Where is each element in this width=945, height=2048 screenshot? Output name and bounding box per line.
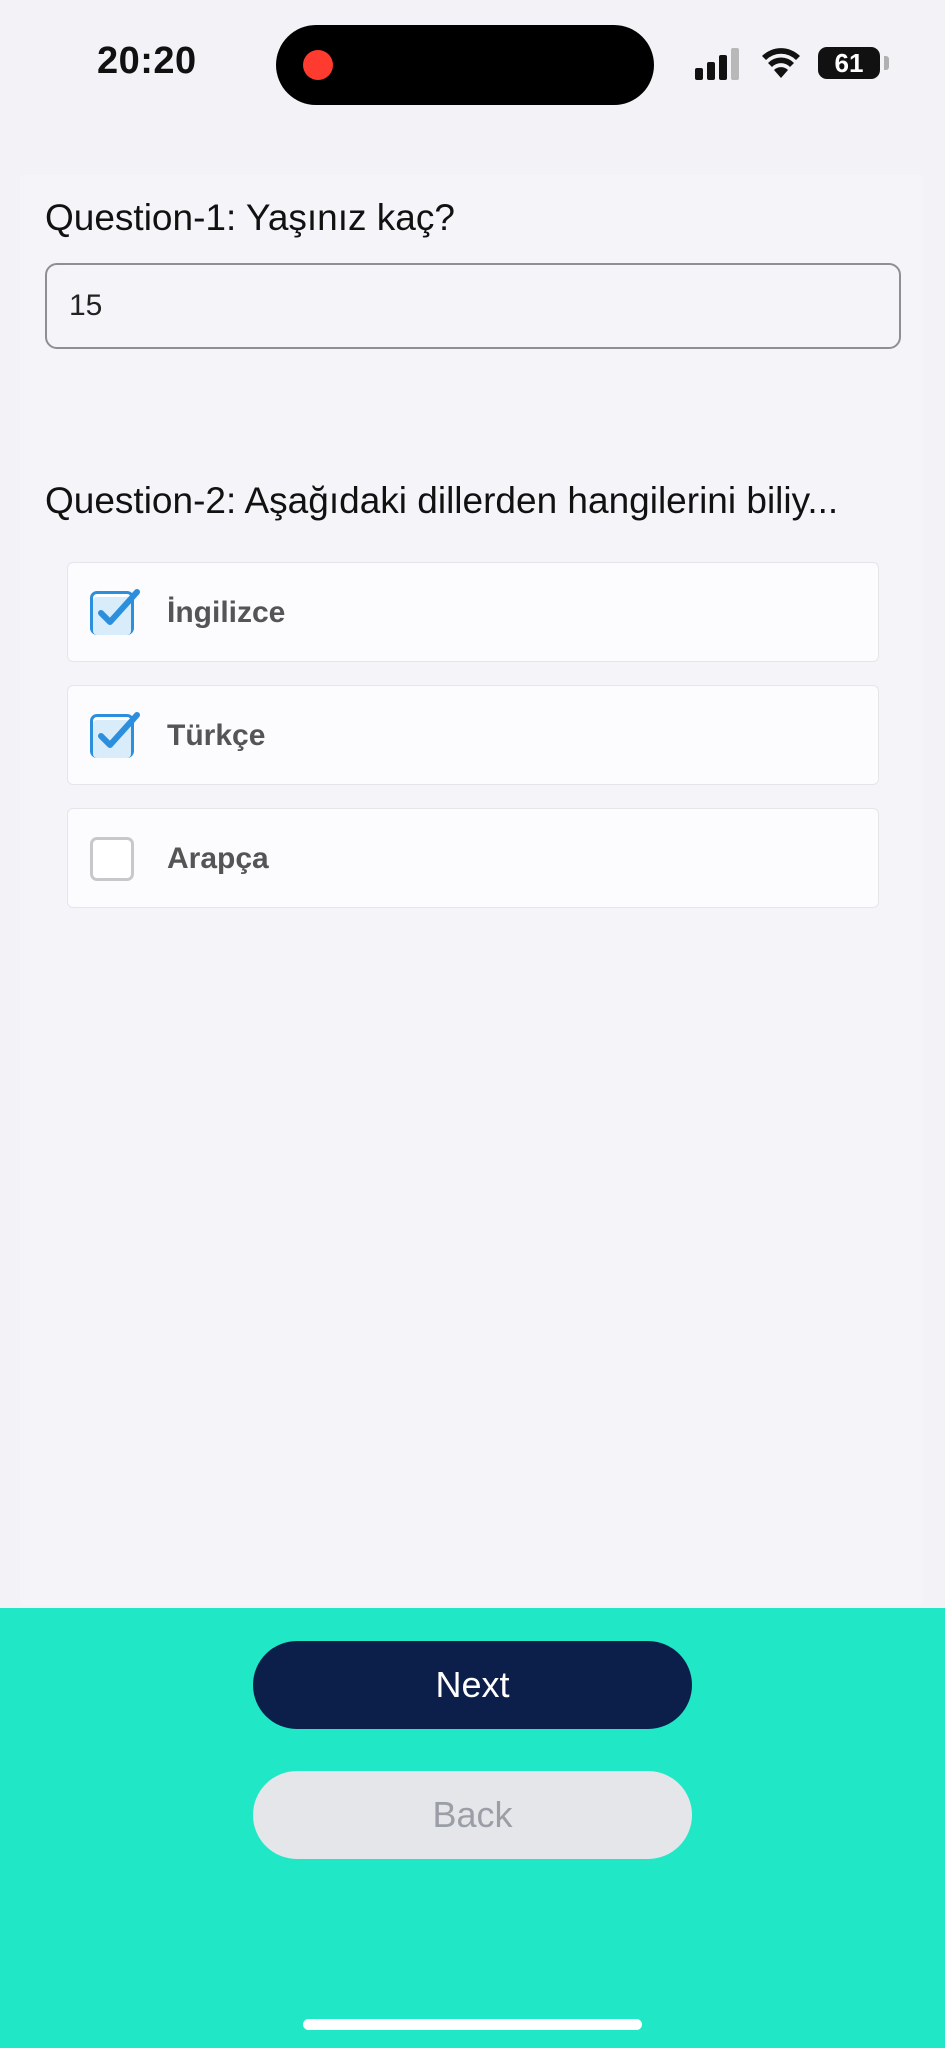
checkmark-icon [93,712,140,758]
option-ingilizce[interactable]: İngilizce [67,562,879,662]
checkbox-turkce[interactable] [90,712,140,758]
back-button[interactable]: Back [253,1771,692,1859]
home-indicator[interactable] [303,2019,642,2030]
option-label: Arapça [167,842,269,875]
cellular-signal-icon [695,48,743,80]
option-turkce[interactable]: Türkçe [67,685,879,785]
survey-screen: 20:20 61 Question-1: Yaşınız kaç? Questi… [0,0,945,2048]
wifi-icon [760,44,802,80]
question-2-title: Question-2: Aşağıdaki dillerden hangiler… [45,480,839,521]
option-label: İngilizce [167,596,286,629]
dynamic-island [276,25,654,105]
next-button[interactable]: Next [253,1641,692,1729]
question-1-title: Question-1: Yaşınız kaç? [45,197,455,238]
checkmark-icon [93,589,140,635]
recording-indicator-icon [303,50,333,80]
status-bar: 20:20 61 [0,0,945,130]
battery-level: 61 [834,48,864,78]
checkbox-ingilizce[interactable] [90,589,140,635]
checkbox-arapca[interactable] [90,837,134,881]
option-label: Türkçe [167,719,266,752]
battery-cap [884,56,889,70]
status-time: 20:20 [97,40,197,82]
question-card: Question-1: Yaşınız kaç? Question-2: Aşa… [20,175,923,1605]
option-arapca[interactable]: Arapça [67,808,879,908]
age-input[interactable] [45,263,901,349]
battery-icon: 61 [818,47,880,79]
bottom-action-bar: Next Back [0,1608,945,2048]
